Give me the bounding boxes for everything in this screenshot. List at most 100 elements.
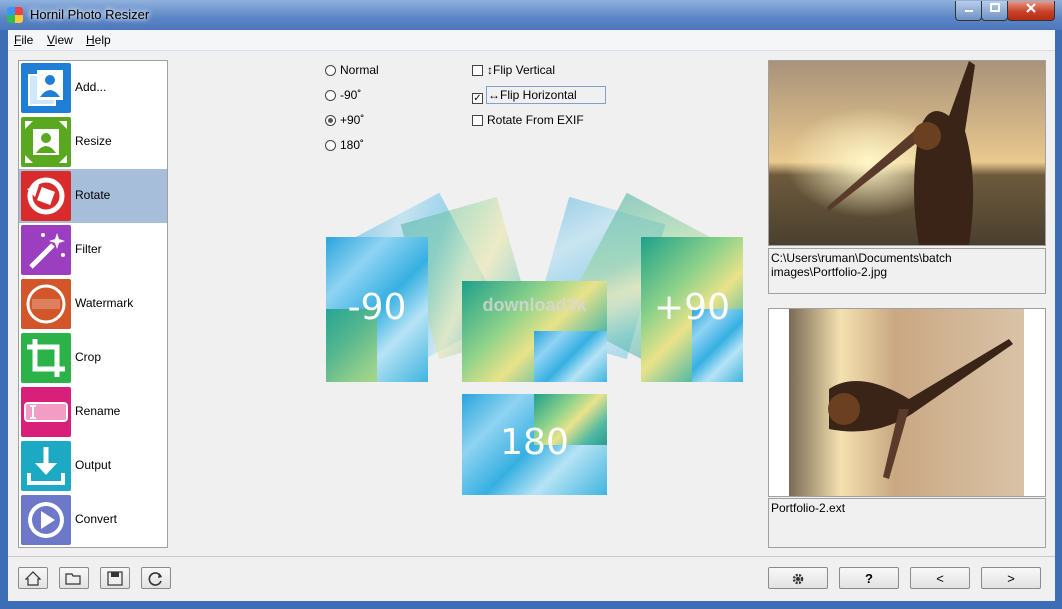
open-folder-button[interactable] xyxy=(59,567,89,589)
filter-wand-icon xyxy=(21,225,71,275)
rotate-exif-label: Rotate From EXIF xyxy=(487,113,584,127)
nav-item-crop[interactable]: Crop xyxy=(19,331,167,385)
crop-icon xyxy=(21,333,71,383)
open-folder-icon xyxy=(65,573,81,585)
nav-label-filter: Filter xyxy=(75,242,102,256)
radio-180-circle[interactable] xyxy=(325,140,336,151)
resize-icon xyxy=(21,117,71,167)
output-name-text: Portfolio-2.ext xyxy=(771,501,846,515)
nav-label-output: Output xyxy=(75,458,112,472)
radio-normal-label: Normal xyxy=(340,63,379,77)
source-photo xyxy=(769,61,1045,245)
output-preview-image xyxy=(768,308,1046,497)
gear-icon xyxy=(792,573,804,585)
menu-file[interactable]: File xyxy=(14,33,33,47)
menu-view[interactable]: View xyxy=(47,33,73,47)
nav-label-add: Add... xyxy=(75,80,107,94)
radio-normal-circle[interactable] xyxy=(325,65,336,76)
home-icon xyxy=(24,571,42,586)
app-window: Hornil Photo Resizer File View Help Add.… xyxy=(0,0,1062,609)
nav-item-resize[interactable]: Resize xyxy=(19,115,167,169)
nav-item-rename[interactable]: Rename xyxy=(19,385,167,439)
maximize-button[interactable] xyxy=(981,1,1008,21)
bottom-separator xyxy=(8,556,1055,557)
radio-180[interactable]: 180˚ xyxy=(325,138,364,152)
checkbox-rotate-exif[interactable]: Rotate From EXIF xyxy=(472,113,584,127)
nav-item-rotate[interactable]: Rotate xyxy=(19,169,167,223)
tile-180: 180 xyxy=(462,394,607,495)
client-area: File View Help Add... Resize Rotate Filt… xyxy=(8,30,1055,601)
radio-normal[interactable]: Normal xyxy=(325,63,379,77)
tile-center: download3k xyxy=(462,281,607,382)
add-photo-icon xyxy=(21,63,71,113)
close-icon xyxy=(1026,3,1036,13)
save-icon xyxy=(107,571,123,586)
nav-item-convert[interactable]: Convert xyxy=(19,493,167,547)
nav-item-output[interactable]: Output xyxy=(19,439,167,493)
radio-180-label: 180˚ xyxy=(340,138,365,152)
minimize-button[interactable] xyxy=(955,1,982,21)
home-button[interactable] xyxy=(18,567,48,589)
refresh-button[interactable] xyxy=(141,567,171,589)
convert-icon xyxy=(21,495,71,545)
rotate-icon xyxy=(21,171,71,221)
tile-center-sky xyxy=(534,331,607,382)
nav-label-resize: Resize xyxy=(75,134,112,148)
settings-button[interactable] xyxy=(768,567,828,589)
menu-view-accel: V xyxy=(47,33,55,47)
source-path-box: C:\Users\ruman\Documents\batch images\Po… xyxy=(768,248,1046,294)
tile-minus-90: -90 xyxy=(326,237,428,382)
window-title: Hornil Photo Resizer xyxy=(30,7,150,22)
radio-minus-90[interactable]: -90˚ xyxy=(325,88,361,102)
radio-plus-90[interactable]: +90˚ xyxy=(325,113,364,127)
save-button[interactable] xyxy=(100,567,130,589)
tile-plus-90: +90 xyxy=(641,237,743,382)
menu-file-label: ile xyxy=(21,33,34,47)
close-button[interactable] xyxy=(1007,1,1055,21)
menu-help-label: elp xyxy=(94,33,111,47)
radio-plus-90-label: +90˚ xyxy=(340,113,365,127)
nav-item-filter[interactable]: Filter xyxy=(19,223,167,277)
nav-label-rename: Rename xyxy=(75,404,121,418)
refresh-icon xyxy=(148,572,162,586)
flip-horizontal-label: ↔Flip Horizontal xyxy=(486,86,606,104)
nav-label-rotate: Rotate xyxy=(75,188,111,202)
watermark-text: download3k xyxy=(482,295,587,315)
watermark-icon xyxy=(21,279,71,329)
output-photo xyxy=(769,309,1045,496)
help-button[interactable]: ? xyxy=(839,567,899,589)
minimize-icon xyxy=(964,10,973,12)
nav-item-watermark[interactable]: Watermark xyxy=(19,277,167,331)
next-button[interactable]: > xyxy=(981,567,1041,589)
tile-plus-90-label: +90 xyxy=(654,287,730,328)
previous-button[interactable]: < xyxy=(910,567,970,589)
rotate-exif-box[interactable] xyxy=(472,115,483,126)
app-logo-icon xyxy=(7,7,23,23)
menu-bar: File View Help xyxy=(8,30,1055,51)
output-name-box: Portfolio-2.ext xyxy=(768,498,1046,548)
maximize-icon xyxy=(989,3,1000,12)
flip-horizontal-box[interactable]: ✓ xyxy=(472,93,483,104)
tile-minus-90-label: -90 xyxy=(347,287,407,328)
radio-plus-90-circle[interactable] xyxy=(325,115,336,126)
title-bar[interactable]: Hornil Photo Resizer xyxy=(0,0,1062,30)
checkbox-flip-horizontal[interactable]: ✓ ↔Flip Horizontal xyxy=(472,86,606,104)
nav-item-add[interactable]: Add... xyxy=(19,61,167,115)
nav-label-watermark: Watermark xyxy=(75,296,134,310)
menu-help-accel: H xyxy=(86,33,95,47)
rename-icon xyxy=(21,387,71,437)
nav-label-crop: Crop xyxy=(75,350,102,364)
menu-view-label: iew xyxy=(54,33,73,47)
source-preview-image xyxy=(768,60,1046,246)
checkbox-flip-vertical[interactable]: ↕Flip Vertical xyxy=(472,63,555,77)
source-path-text: C:\Users\ruman\Documents\batch images\Po… xyxy=(771,251,952,279)
flip-vertical-box[interactable] xyxy=(472,65,483,76)
tile-180-label: 180 xyxy=(500,422,569,463)
radio-minus-90-circle[interactable] xyxy=(325,90,336,101)
flip-vertical-label: ↕Flip Vertical xyxy=(487,63,556,77)
menu-help[interactable]: Help xyxy=(86,33,111,47)
step-navigation: Add... Resize Rotate Filter Watermark Cr… xyxy=(18,60,168,548)
nav-label-convert: Convert xyxy=(75,512,118,526)
output-icon xyxy=(21,441,71,491)
radio-minus-90-label: -90˚ xyxy=(340,88,362,102)
